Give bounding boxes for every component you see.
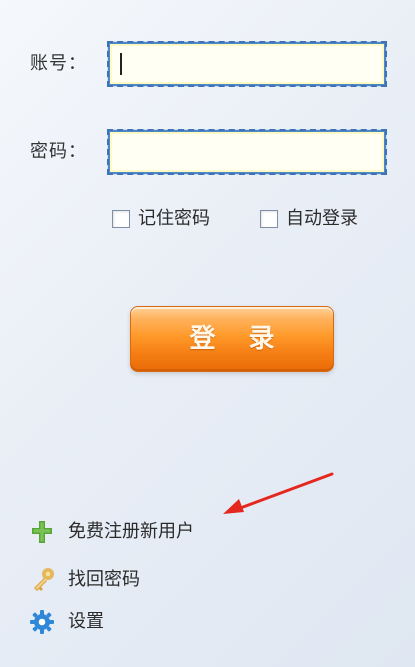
gear-icon: [28, 608, 56, 636]
key-icon: [28, 566, 56, 594]
login-button-label: 登 录: [189, 324, 287, 354]
password-row: 密码：: [30, 129, 390, 175]
remember-password-label[interactable]: 记住密码: [138, 208, 210, 230]
auto-login-option[interactable]: 自动登录: [260, 206, 358, 232]
register-link[interactable]: 免费注册新用户: [28, 517, 194, 547]
login-options: 记住密码 自动登录: [112, 206, 392, 232]
plus-cross-icon: [28, 518, 56, 546]
remember-password-option[interactable]: 记住密码: [112, 206, 210, 232]
annotation-arrow: [223, 472, 334, 514]
recover-password-text[interactable]: 找回密码: [68, 569, 140, 591]
settings-text[interactable]: 设置: [68, 611, 104, 633]
account-row: 账号：: [30, 41, 390, 87]
text-caret: [120, 53, 122, 75]
auto-login-label[interactable]: 自动登录: [286, 208, 358, 230]
register-link-text[interactable]: 免费注册新用户: [68, 521, 194, 543]
auto-login-checkbox[interactable]: [260, 210, 278, 228]
settings-link[interactable]: 设置: [28, 607, 104, 637]
account-label: 账号：: [30, 53, 87, 74]
recover-password-link[interactable]: 找回密码: [28, 565, 140, 595]
remember-password-checkbox[interactable]: [112, 210, 130, 228]
password-label: 密码：: [30, 141, 87, 162]
password-input[interactable]: [107, 129, 387, 175]
login-button[interactable]: 登 录: [130, 306, 334, 372]
account-input[interactable]: [107, 41, 387, 87]
